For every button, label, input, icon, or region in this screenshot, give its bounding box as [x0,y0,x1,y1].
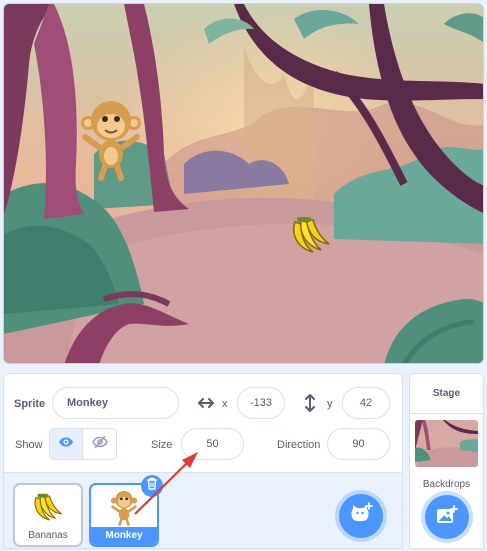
sprite-name-input[interactable]: Monkey [52,387,179,419]
sprite-label: Sprite [14,398,46,410]
sprite-tile-label: Bananas [28,530,68,541]
stage-thumbnail [415,420,478,467]
cat-add-icon [349,501,373,531]
image-add-icon [436,504,458,530]
add-sprite-button[interactable] [339,494,383,538]
stage-canvas[interactable] [3,3,484,364]
show-toggle-group [49,428,117,460]
show-hidden-button[interactable] [83,429,116,459]
vertical-arrows-icon [303,393,317,418]
monkey-sprite[interactable] [79,99,143,181]
direction-label: Direction [277,439,321,451]
show-visible-button[interactable] [50,429,83,459]
jungle-backdrop [4,4,483,363]
annotation-arrow [134,452,198,515]
stage-target-panel[interactable]: Stage Backdrops [409,373,484,549]
horizontal-arrows-icon [197,394,215,417]
stage-panel-title: Stage [410,374,483,414]
y-label: y [327,398,333,410]
x-position-input[interactable]: -133 [237,387,285,419]
bananas-thumbnail [15,485,81,531]
bananas-sprite[interactable] [289,216,333,256]
direction-input[interactable]: 90 [327,428,390,460]
y-position-input[interactable]: 42 [342,387,390,419]
x-label: x [222,398,228,410]
eye-slash-icon [91,434,108,454]
sprite-tile-label: Monkey [91,527,157,545]
add-backdrop-button[interactable] [425,495,469,539]
sprite-tile-bananas[interactable]: Bananas [13,483,83,547]
eye-icon [58,435,74,453]
show-label: Show [15,439,43,451]
backdrops-label: Backdrops [422,479,471,490]
